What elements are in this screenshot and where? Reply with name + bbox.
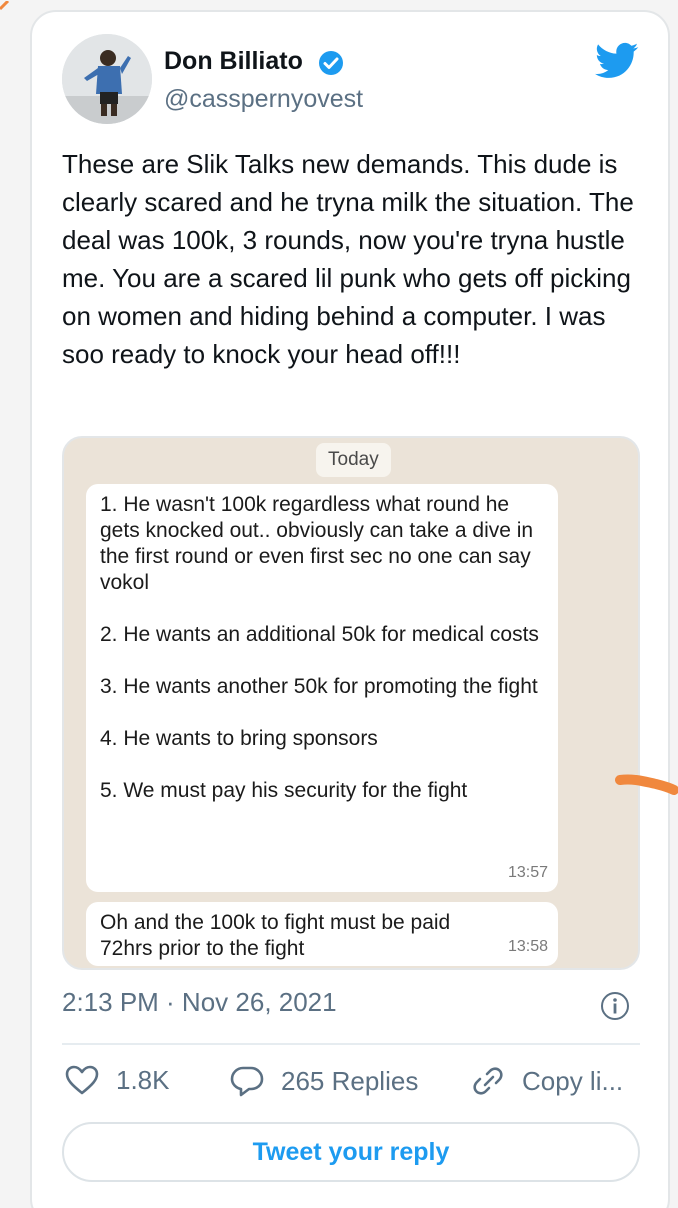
link-icon bbox=[473, 1067, 503, 1095]
tweet-card: Don Billiato @casspernyovest These are S… bbox=[30, 10, 670, 1208]
tweet-text: These are Slik Talks new demands. This d… bbox=[62, 149, 634, 369]
message-time: 13:57 bbox=[507, 864, 548, 881]
chat-message: 1. He wasn't 100k regardless what round … bbox=[86, 484, 558, 892]
copy-link-button[interactable]: Copy li... bbox=[470, 1064, 623, 1098]
chat-message: Oh and the 100k to fight must be paid 72… bbox=[86, 902, 558, 966]
chat-screenshot: Today 1. He wasn't 100k regardless what … bbox=[62, 436, 640, 970]
divider bbox=[62, 1043, 640, 1045]
message-item: 3. He wants another 50k for promoting th… bbox=[100, 675, 538, 698]
corner-mark bbox=[0, 0, 12, 12]
like-count: 1.8K bbox=[116, 1064, 170, 1095]
message-item: 4. He wants to bring sponsors bbox=[100, 727, 378, 750]
reply-button[interactable]: 265 Replies bbox=[229, 1064, 418, 1098]
avatar[interactable] bbox=[62, 34, 152, 124]
message-item: 5. We must pay his security for the figh… bbox=[100, 779, 468, 802]
display-name[interactable]: Don Billiato bbox=[164, 47, 303, 76]
day-label: Today bbox=[316, 443, 391, 477]
message-time: 13:58 bbox=[507, 938, 548, 955]
info-icon[interactable] bbox=[600, 991, 630, 1021]
verified-badge-icon bbox=[319, 51, 343, 75]
copy-link-label: Copy li... bbox=[522, 1065, 624, 1096]
orange-annotation-mark bbox=[615, 774, 678, 795]
message-item: 1. He wasn't 100k regardless what round … bbox=[100, 493, 534, 594]
reply-count: 265 Replies bbox=[281, 1065, 419, 1096]
twitter-bird-icon[interactable] bbox=[595, 42, 639, 80]
like-button[interactable]: 1.8K bbox=[64, 1064, 170, 1096]
tweet-reply-button[interactable]: Tweet your reply bbox=[62, 1122, 640, 1182]
message-item: 2. He wants an additional 50k for medica… bbox=[100, 623, 539, 646]
tweet-timestamp[interactable]: 2:13 PM · Nov 26, 2021 bbox=[62, 987, 337, 1018]
message-text: Oh and the 100k to fight must be paid 72… bbox=[100, 911, 451, 960]
heart-icon bbox=[65, 1065, 99, 1095]
speech-bubble-icon bbox=[230, 1066, 264, 1097]
handle[interactable]: @casspernyovest bbox=[164, 85, 363, 114]
